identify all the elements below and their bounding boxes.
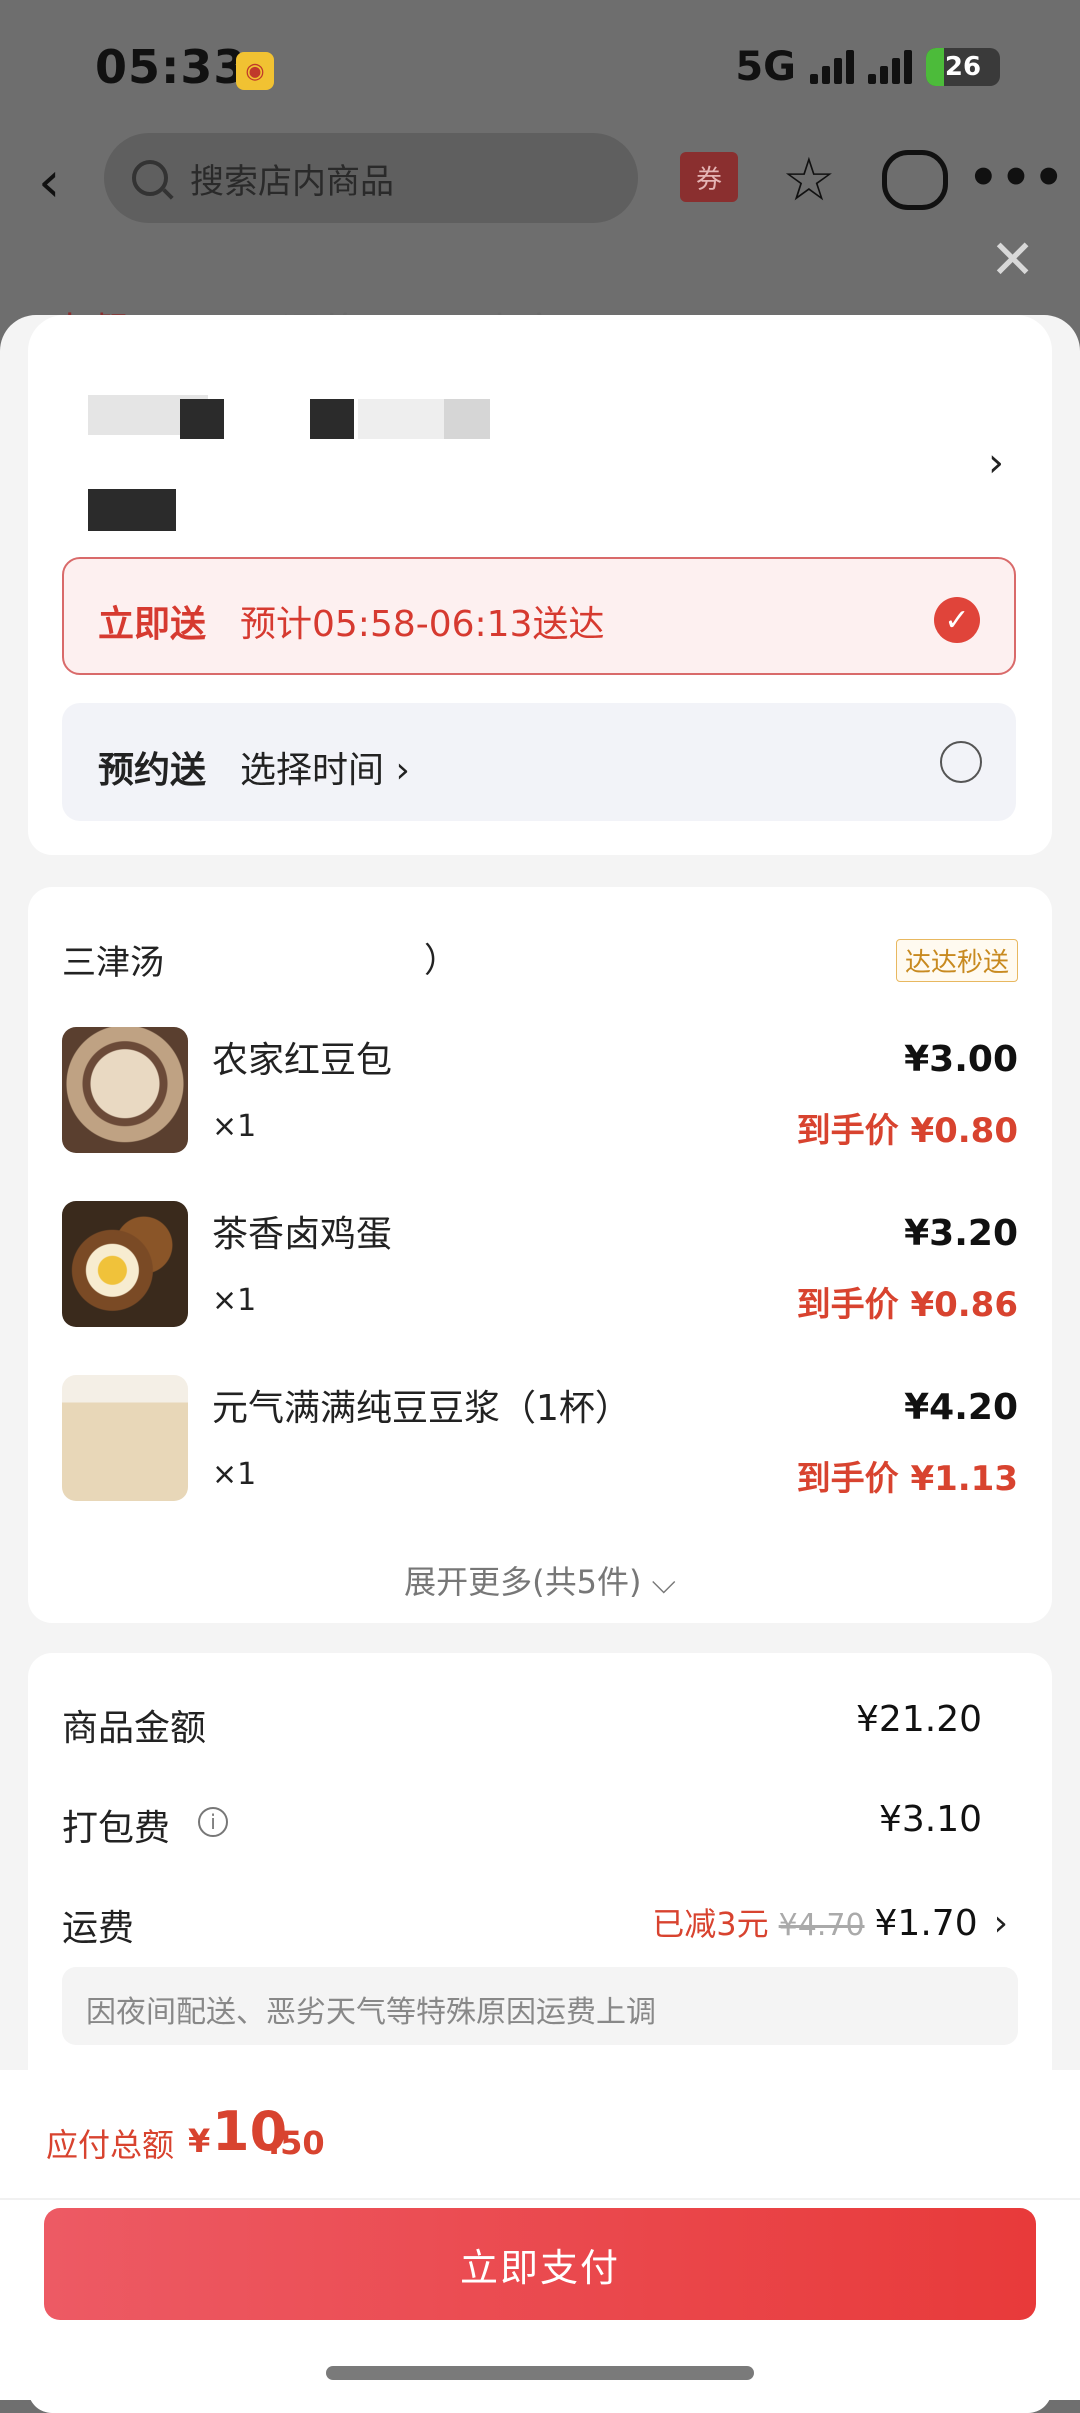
goods-amount-row: 商品金额 ¥21.20 (62, 1699, 982, 1759)
delivery-fee-row[interactable]: 运费 已减3元 ¥4.70 ¥1.70 › (62, 1899, 1008, 1959)
back-icon[interactable]: ‹ (38, 150, 60, 215)
weibo-icon: ◉ (236, 52, 274, 90)
item-image-red-bean-bun (62, 1027, 188, 1153)
divider (0, 2198, 1080, 2200)
home-indicator[interactable] (326, 2366, 754, 2380)
redacted-address (358, 399, 450, 439)
fee-notice-text: 因夜间配送、恶劣天气等特殊原因运费上调 (86, 1995, 656, 2030)
chat-icon[interactable] (882, 150, 948, 210)
battery-icon: 26 (926, 48, 1000, 86)
delivery-now-time: 预计05:58-06:13送达 (240, 604, 605, 645)
status-right: 5G 26 (735, 44, 1000, 90)
item-final-price: 到手价 ¥0.80 (796, 1111, 1018, 1151)
redacted-address (180, 399, 224, 439)
redacted-contact (88, 489, 176, 531)
delivery-later-label: 预约送 (98, 750, 207, 791)
chevron-right-icon: › (993, 1903, 1008, 1944)
redacted-address (444, 399, 490, 439)
list-item[interactable]: 农家红豆包 ×1 ¥3.00 到手价 ¥0.80 (62, 1027, 1018, 1153)
packing-fee-row: 打包费 i ¥3.10 (62, 1799, 982, 1859)
status-time: 05:33 (95, 40, 247, 94)
total-label: 应付总额 (46, 2126, 175, 2164)
chevron-right-icon: › (988, 440, 1004, 486)
goods-amount-label: 商品金额 (62, 1708, 207, 1749)
network-label: 5G (735, 44, 796, 90)
item-price: ¥3.00 (904, 1039, 1018, 1080)
delivery-fee-original: ¥4.70 (778, 1908, 865, 1943)
expand-more-button[interactable]: 展开更多(共5件) ⌵ (28, 1557, 1052, 1603)
delivery-fee-detail: 已减3元 ¥4.70 ¥1.70 › (652, 1899, 1008, 1945)
item-qty: ×1 (212, 1283, 257, 1318)
item-image-soy-milk (62, 1375, 188, 1501)
goods-amount-value: ¥21.20 (856, 1699, 982, 1740)
item-final-price: 到手价 ¥1.13 (796, 1459, 1018, 1499)
order-items-card: 三津汤 ） 达达秒送 农家红豆包 ×1 ¥3.00 到手价 ¥0.80 茶香卤鸡… (28, 887, 1052, 1623)
star-icon[interactable]: ☆ (782, 145, 836, 215)
delivery-fee-label: 运费 (62, 1908, 135, 1949)
search-icon (132, 160, 168, 196)
total-currency: ¥ (188, 2122, 211, 2160)
close-icon[interactable]: ✕ (990, 228, 1035, 291)
delivery-now-option[interactable]: 立即送 预计05:58-06:13送达 ✓ (62, 557, 1016, 675)
packing-fee-label: 打包费 (62, 1808, 171, 1849)
delivery-badge: 达达秒送 (895, 939, 1018, 982)
item-qty: ×1 (212, 1457, 257, 1492)
total-decimal: .50 (268, 2124, 325, 2162)
delivery-fee-value: ¥1.70 (874, 1903, 978, 1944)
item-image-tea-egg (62, 1201, 188, 1327)
select-time-link[interactable]: 选择时间 › (240, 741, 410, 793)
coupon-icon[interactable]: 券 (680, 152, 738, 202)
delivery-fee-discount: 已减3元 (652, 1905, 769, 1943)
item-name: 茶香卤鸡蛋 (212, 1214, 393, 1255)
packing-fee-value: ¥3.10 (878, 1799, 982, 1840)
item-qty: ×1 (212, 1109, 257, 1144)
address-card[interactable]: › 立即送 预计05:58-06:13送达 ✓ 预约送 选择时间 › (28, 315, 1052, 855)
search-placeholder: 搜索店内商品 (190, 161, 394, 202)
search-box[interactable]: 搜索店内商品 (104, 133, 638, 223)
check-circle-icon: ✓ (934, 597, 980, 643)
item-name: 农家红豆包 (212, 1040, 393, 1081)
signal-icon-2 (868, 50, 912, 84)
redacted-address (310, 399, 354, 439)
delivery-now-label: 立即送 (98, 604, 207, 645)
shop-name: 三津汤 (62, 943, 164, 983)
radio-icon[interactable] (940, 741, 982, 783)
item-price: ¥4.20 (904, 1387, 1018, 1428)
more-icon[interactable]: ••• (968, 150, 1066, 206)
payment-bar: 应付总额 ¥ 10 .50 立即支付 (0, 2070, 1080, 2400)
info-icon[interactable]: i (198, 1807, 228, 1837)
fee-notice: 因夜间配送、恶劣天气等特殊原因运费上调 (62, 1967, 1018, 2045)
pay-now-button[interactable]: 立即支付 (44, 2208, 1036, 2320)
item-name: 元气满满纯豆豆浆（1杯） (212, 1388, 631, 1429)
list-item[interactable]: 茶香卤鸡蛋 ×1 ¥3.20 到手价 ¥0.86 (62, 1201, 1018, 1327)
delivery-later-option[interactable]: 预约送 选择时间 › (62, 703, 1016, 821)
status-bar: 05:33 ◉ 5G 26 (0, 0, 1080, 130)
item-price: ¥3.20 (904, 1213, 1018, 1254)
signal-icon (810, 50, 854, 84)
shop-name-suffix: ） (424, 941, 458, 981)
list-item[interactable]: 元气满满纯豆豆浆（1杯） ×1 ¥4.20 到手价 ¥1.13 (62, 1375, 1018, 1501)
item-final-price: 到手价 ¥0.86 (796, 1285, 1018, 1325)
